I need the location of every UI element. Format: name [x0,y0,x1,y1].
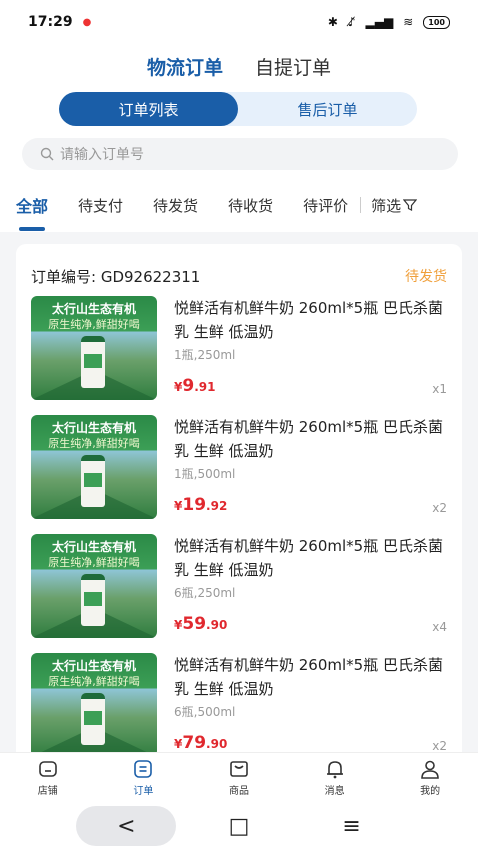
tab-logistics-orders[interactable]: 物流订单 [147,53,223,80]
milk-bottle-graphic [81,336,105,388]
milk-bottle-graphic [81,574,105,626]
price-integer: 59 [182,614,207,634]
search-input[interactable]: 请输入订单号 [22,138,458,170]
search-icon [40,147,54,161]
product-title: 悦鲜活有机鲜牛奶 260ml*5瓶 巴氏杀菌乳 生鲜 低温奶 [174,537,443,579]
product-spec: 1瓶,500ml [174,467,236,481]
filter-label: 筛选 [371,196,402,215]
search-placeholder: 请输入订单号 [60,147,144,163]
price-integer: 19 [182,495,207,515]
order-icon [134,760,153,778]
bell-icon [326,761,343,779]
filter-divider [360,197,362,213]
product-image: 太行山生态有机 原生纯净,鲜甜好喝 [31,415,157,519]
image-subline: 原生纯净,鲜甜好喝 [48,675,140,688]
user-icon [421,760,439,779]
price-integer: 9 [182,376,195,396]
order-item[interactable]: 太行山生态有机 原生纯净,鲜甜好喝 悦鲜活有机鲜牛奶 260ml*5瓶 巴氏杀菌… [31,534,449,638]
status-bar: 17:29 ● ✱ ♪̸ ▂▄▆ ≋ 100 [0,0,478,44]
product-spec: 1瓶,250ml [174,348,236,362]
image-headline: 太行山生态有机 [51,302,136,316]
nav-store-label: 店铺 [37,786,58,797]
search-wrap: 请输入订单号 [0,136,478,178]
order-item[interactable]: 太行山生态有机 原生纯净,鲜甜好喝 悦鲜活有机鲜牛奶 260ml*5瓶 巴氏杀菌… [31,415,449,519]
system-back-button[interactable]: < [76,806,177,846]
product-price: ¥9.91 [174,376,215,396]
bottom-nav: 店铺 订单 商品 消息 我的 [0,752,478,802]
product-image: 太行山生态有机 原生纯净,鲜甜好喝 [31,653,157,757]
nav-profile-label: 我的 [420,786,441,797]
filter-all[interactable]: 全部 [16,193,48,217]
nav-products-label: 商品 [228,786,249,797]
price-decimal: .90 [206,618,228,632]
product-quantity: x2 [432,501,447,515]
product-spec: 6瓶,250ml [174,586,236,600]
status-icons: ✱ ♪̸ ▂▄▆ ≋ 100 [328,15,450,29]
order-type-tabs: 物流订单 自提订单 [0,44,478,88]
product-price: ¥19.92 [174,495,227,515]
price-decimal: .92 [206,499,228,513]
segment-control: 订单列表 售后订单 [59,92,417,126]
segment-after-sales[interactable]: 售后订单 [238,92,417,126]
product-quantity: x1 [432,382,447,396]
product-title: 悦鲜活有机鲜牛奶 260ml*5瓶 巴氏杀菌乳 生鲜 低温奶 [174,299,443,341]
image-subline: 原生纯净,鲜甜好喝 [48,318,140,331]
filter-to-ship[interactable]: 待发货 [153,195,198,216]
price-decimal: .91 [194,380,216,394]
product-price: ¥79.90 [174,733,227,753]
nav-store[interactable]: 店铺 [0,753,96,802]
nav-profile[interactable]: 我的 [382,753,478,802]
segment-wrap: 订单列表 售后订单 [0,88,478,136]
bluetooth-icon: ✱ [327,15,338,29]
price-integer: 79 [182,733,207,753]
milk-bottle-graphic [81,455,105,507]
battery-icon: 100 [423,15,450,29]
image-headline: 太行山生态有机 [51,540,136,554]
signal-icon: ▂▄▆ [365,15,394,29]
nav-messages[interactable]: 消息 [287,753,383,802]
status-time: 17:29 [28,14,73,30]
image-headline: 太行山生态有机 [51,421,136,435]
mute-icon: ♪̸ [347,15,356,29]
product-price: ¥59.90 [174,614,227,634]
product-image: 太行山生态有机 原生纯净,鲜甜好喝 [31,296,157,400]
wifi-icon: ≋ [403,15,414,29]
system-menu-button[interactable]: ≡ [302,806,402,846]
order-status: 待发货 [405,269,447,285]
milk-bottle-graphic [81,693,105,745]
product-title: 悦鲜活有机鲜牛奶 260ml*5瓶 巴氏杀菌乳 生鲜 低温奶 [174,656,443,698]
nav-products[interactable]: 商品 [191,753,287,802]
order-item[interactable]: 太行山生态有机 原生纯净,鲜甜好喝 悦鲜活有机鲜牛奶 260ml*5瓶 巴氏杀菌… [31,296,449,400]
image-headline: 太行山生态有机 [51,659,136,673]
order-header: 订单编号: GD92622311 待发货 [16,244,462,290]
store-icon [38,761,57,777]
tab-pickup-orders[interactable]: 自提订单 [255,53,331,80]
funnel-icon [403,199,418,211]
price-decimal: .90 [206,737,228,751]
product-quantity: x2 [432,739,447,753]
product-image: 太行山生态有机 原生纯净,鲜甜好喝 [31,534,157,638]
system-nav-bar: < □ ≡ [0,802,478,850]
order-item[interactable]: 太行山生态有机 原生纯净,鲜甜好喝 悦鲜活有机鲜牛奶 260ml*5瓶 巴氏杀菌… [31,653,449,757]
product-icon [230,761,248,777]
system-home-button[interactable]: □ [189,806,289,846]
nav-orders-label: 订单 [133,786,154,797]
filter-to-review[interactable]: 待评价 [303,195,348,216]
notification-dot-icon: ● [82,16,92,28]
filter-to-receive[interactable]: 待收货 [228,195,273,216]
image-subline: 原生纯净,鲜甜好喝 [48,556,140,569]
filter-to-pay[interactable]: 待支付 [78,195,123,216]
filter-button[interactable]: 筛选 [371,195,418,216]
segment-order-list[interactable]: 订单列表 [59,92,238,126]
order-number: 订单编号: GD92622311 [31,267,201,286]
status-filter-tabs: 全部 待支付 待发货 待收货 待评价 筛选 [0,178,478,232]
product-quantity: x4 [432,620,447,634]
nav-messages-label: 消息 [324,786,345,797]
nav-orders[interactable]: 订单 [96,753,192,802]
image-subline: 原生纯净,鲜甜好喝 [48,437,140,450]
product-title: 悦鲜活有机鲜牛奶 260ml*5瓶 巴氏杀菌乳 生鲜 低温奶 [174,418,443,460]
order-card[interactable]: 订单编号: GD92622311 待发货 太行山生态有机 原生纯净,鲜甜好喝 悦… [16,244,462,764]
product-spec: 6瓶,500ml [174,705,236,719]
